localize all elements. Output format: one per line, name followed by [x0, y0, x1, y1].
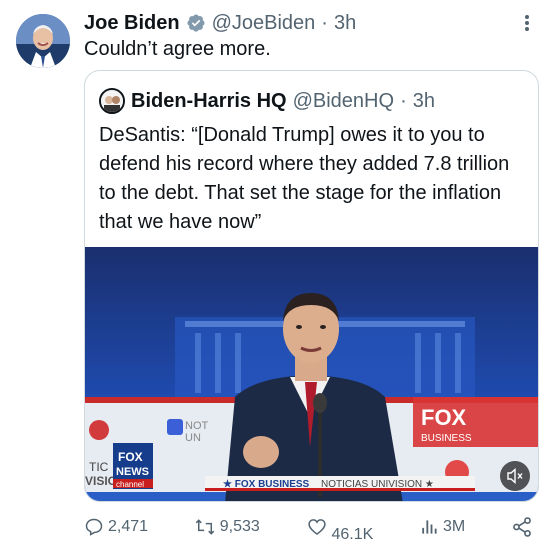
- mute-icon[interactable]: [500, 461, 530, 491]
- fox-business-logo-line1: FOX: [421, 405, 467, 430]
- repost-icon: [195, 519, 215, 535]
- quoted-author-avatar[interactable]: [99, 88, 125, 114]
- reply-icon: [85, 518, 103, 536]
- share-button[interactable]: [511, 516, 533, 538]
- author-photo: [16, 14, 70, 68]
- share-icon: [513, 517, 531, 537]
- author-handle[interactable]: @JoeBiden: [212, 12, 316, 35]
- quoted-author-name[interactable]: Biden-Harris HQ: [131, 90, 287, 113]
- fox-news-logo-line3: channel: [116, 480, 144, 489]
- repost-button[interactable]: 9,533: [194, 517, 260, 537]
- repost-count: 9,533: [219, 518, 260, 535]
- views-button[interactable]: 3M: [419, 517, 465, 537]
- quoted-separator-dot: ·: [400, 89, 407, 112]
- views-icon: [422, 520, 437, 534]
- reply-button[interactable]: 2,471: [84, 517, 148, 537]
- tweet-text: Couldn’t agree more.: [84, 38, 271, 60]
- like-button[interactable]: 46.1K: [306, 517, 373, 543]
- like-count: 46.1K: [331, 526, 374, 543]
- fox-business-logo-line2: BUSINESS: [421, 433, 472, 444]
- video-frame: TIC VISION NOT UN FOX NEWS channel FOX B…: [85, 247, 538, 501]
- fox-news-logo-line1: FOX: [118, 450, 143, 464]
- tweet-timestamp[interactable]: 3h: [334, 12, 356, 35]
- tweet-action-bar: 2,471 9,533 46.1K 3M: [84, 512, 533, 543]
- like-icon: [307, 519, 326, 536]
- quoted-tweet-video[interactable]: TIC VISION NOT UN FOX NEWS channel FOX B…: [85, 247, 538, 501]
- quoted-author-photo: [101, 90, 123, 112]
- ticker-left-text: ★ FOX BUSINESS: [223, 479, 310, 490]
- tweet-header: Joe Biden @JoeBiden · 3h: [84, 10, 515, 36]
- quoted-tweet-timestamp[interactable]: 3h: [413, 90, 435, 113]
- quoted-author-handle[interactable]: @BidenHQ: [293, 90, 394, 113]
- more-icon[interactable]: [517, 12, 537, 34]
- author-name[interactable]: Joe Biden: [84, 12, 180, 35]
- reply-count: 2,471: [108, 518, 149, 535]
- left-edge-text: TIC: [89, 460, 109, 474]
- quoted-tweet-header: Biden-Harris HQ @BidenHQ · 3h: [99, 87, 435, 115]
- left-podium-partial: NOT: [185, 420, 209, 432]
- verified-badge-icon[interactable]: [186, 13, 206, 33]
- quoted-tweet-card[interactable]: Biden-Harris HQ @BidenHQ · 3h DeSantis: …: [84, 70, 539, 502]
- ticker-right-text: NOTICIAS UNIVISION ★: [321, 479, 434, 490]
- left-podium-partial-2: UN: [185, 432, 201, 444]
- author-avatar[interactable]: [16, 14, 70, 68]
- fox-news-logo-line2: NEWS: [116, 466, 149, 478]
- separator-dot: ·: [321, 11, 328, 34]
- quoted-tweet-text: DeSantis: “[Donald Trump] owes it to you…: [99, 124, 510, 233]
- views-count: 3M: [443, 518, 466, 535]
